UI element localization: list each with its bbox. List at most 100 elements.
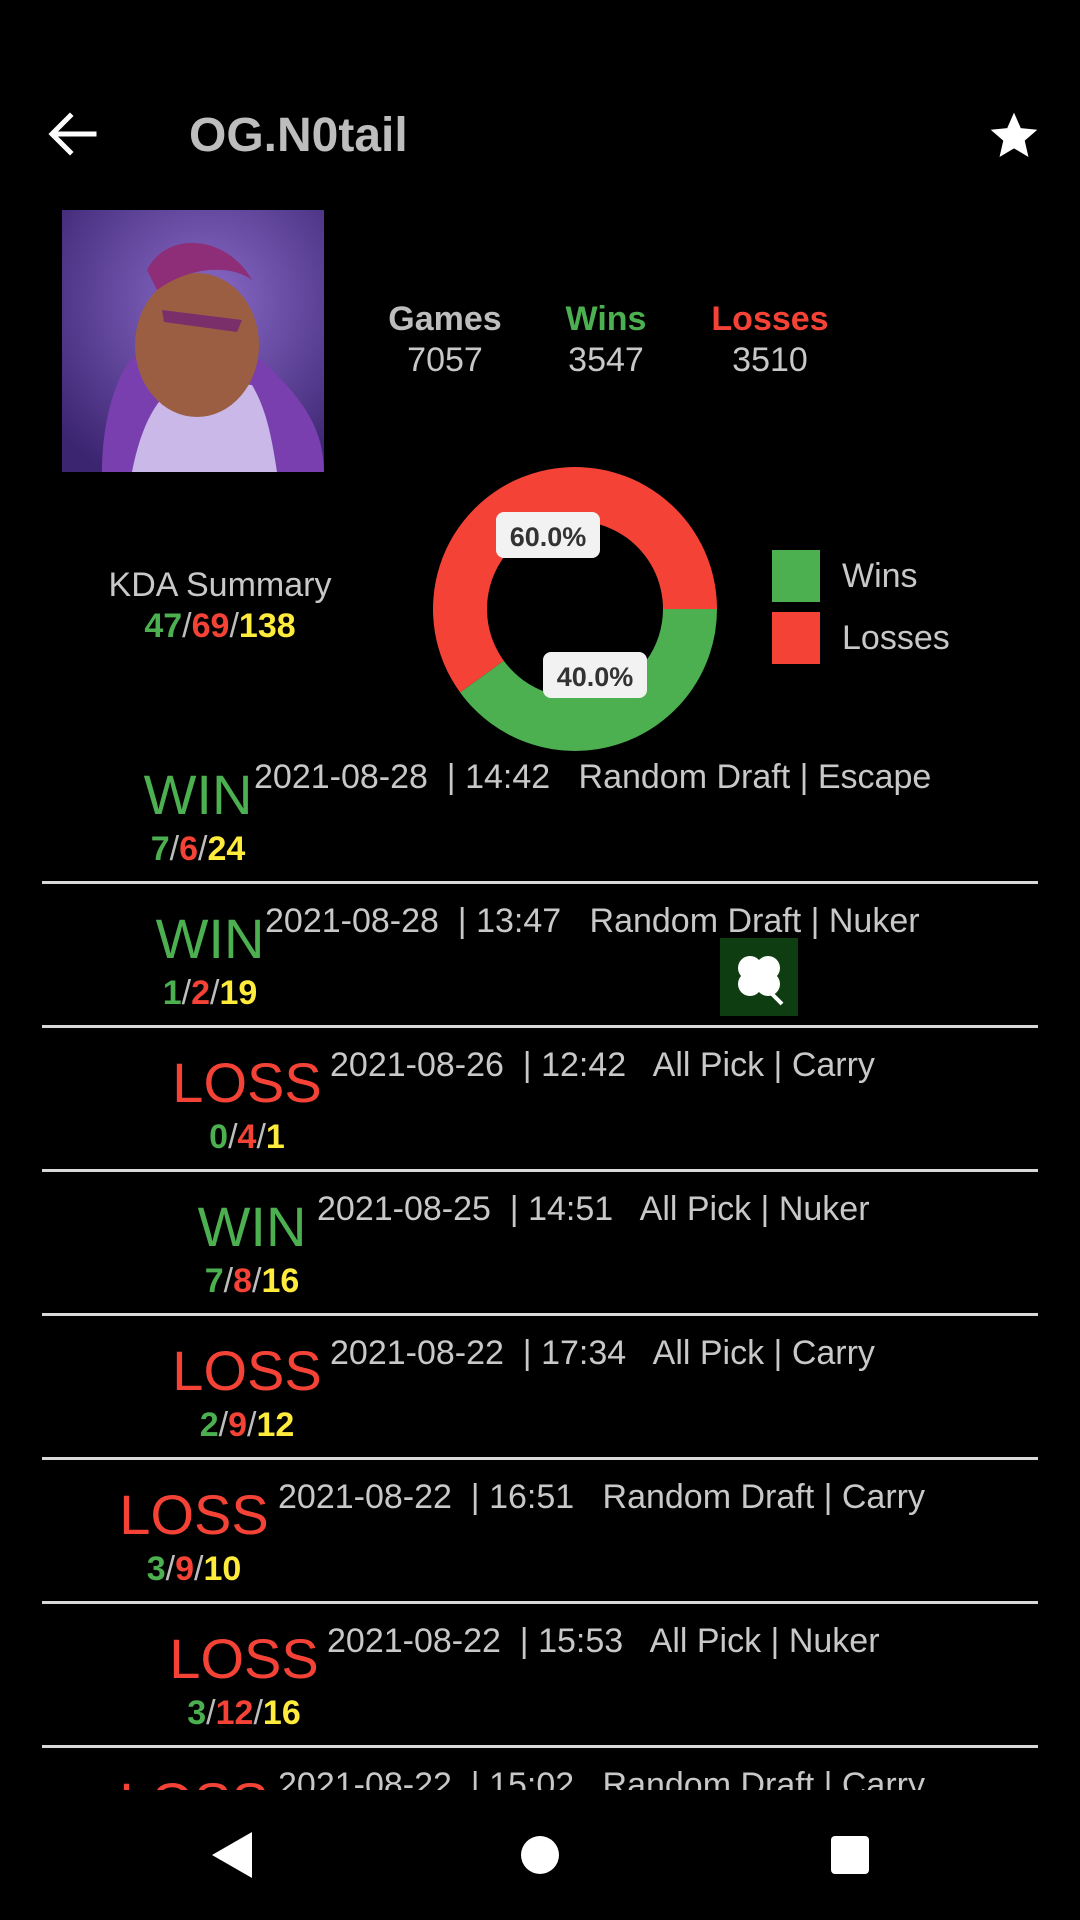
losses-label: Losses [711, 300, 829, 338]
match-row[interactable]: WIN 7/6/24 2021-08-28 | 14:42 Random Draft… [42, 740, 1038, 884]
match-deaths: 4 [237, 1118, 257, 1156]
win-loss-donut-chart: 60.0% 40.0% [432, 466, 717, 751]
match-row[interactable]: WIN 7/8/16 2021-08-25 | 14:51 All Pick | N… [42, 1172, 1038, 1316]
kda-separator: / [169, 830, 180, 868]
favorite-button[interactable] [986, 108, 1042, 164]
kda-separator: / [182, 607, 192, 645]
match-row[interactable]: LOSS2021-08-22 | 15:02 Random Draft | Ca… [42, 1748, 1038, 1790]
match-assists: 16 [262, 1694, 301, 1732]
match-result: LOSS [119, 1483, 269, 1546]
match-assists: 10 [203, 1550, 242, 1588]
match-kda: 7/8/16 [172, 1262, 332, 1301]
triangle-back-icon [212, 1832, 252, 1878]
kda-deaths: 69 [191, 607, 230, 645]
kda-separator: / [223, 1262, 234, 1300]
match-row[interactable]: LOSS 2/9/12 2021-08-22 | 17:34 All Pick | … [42, 1316, 1038, 1460]
games-value: 7057 [407, 341, 483, 379]
match-result: LOSS [172, 1051, 322, 1114]
match-list[interactable]: WIN 7/6/24 2021-08-28 | 14:42 Random Draft… [42, 740, 1038, 1790]
wins-stat: Wins 3547 [521, 300, 691, 380]
losses-stat: Losses 3510 [685, 300, 855, 380]
match-deaths: 12 [215, 1694, 254, 1732]
nav-back-button[interactable] [200, 1820, 270, 1890]
match-kills: 1 [162, 974, 182, 1012]
match-kills: 7 [204, 1262, 224, 1300]
legend-swatch-wins [772, 550, 820, 602]
legend-label-losses: Losses [842, 618, 950, 657]
match-info: 2021-08-22 | 16:51 Random Draft | Carry [278, 1478, 925, 1516]
match-info: 2021-08-22 | 15:02 Random Draft | Carry [278, 1766, 925, 1790]
circle-home-icon [521, 1836, 559, 1874]
arrow-left-icon [48, 112, 97, 156]
match-result: LOSS [169, 1627, 319, 1690]
hero-portrait [62, 210, 324, 472]
kda-summary-values: 47/69/138 [60, 607, 380, 646]
match-kills: 7 [150, 830, 170, 868]
match-result: WIN [197, 1195, 307, 1258]
donut-label-text: 40.0% [557, 662, 634, 692]
wins-label: Wins [565, 300, 647, 338]
match-result: LOSS [172, 1339, 322, 1402]
match-info: 2021-08-22 | 17:34 All Pick | Carry [330, 1334, 875, 1372]
match-deaths: 8 [233, 1262, 252, 1300]
kda-separator: / [228, 1118, 238, 1156]
match-kda: 2/9/12 [167, 1406, 327, 1445]
kda-separator: / [253, 1694, 263, 1732]
legend-swatch-losses [772, 612, 820, 664]
kda-summary: KDA Summary 47/69/138 [60, 566, 380, 646]
match-row[interactable]: LOSS 3/12/16 2021-08-22 | 15:53 All Pick |… [42, 1604, 1038, 1748]
match-info: 2021-08-26 | 12:42 All Pick | Carry [330, 1046, 875, 1084]
system-nav-bar [0, 1790, 1080, 1920]
match-assists: 19 [219, 974, 258, 1012]
clover-icon [720, 938, 798, 1016]
kda-separator: / [181, 974, 192, 1012]
games-label: Games [388, 300, 502, 338]
match-kills: 0 [209, 1118, 229, 1156]
player-name-title: OG.N0tail [189, 109, 408, 162]
legend-item-losses: Losses [772, 612, 950, 664]
match-kills: 3 [187, 1694, 207, 1732]
match-assists: 16 [261, 1262, 300, 1300]
match-assists: 12 [256, 1406, 295, 1444]
chart-legend: Wins Losses [772, 550, 950, 674]
match-kda: 1/2/19 [130, 974, 290, 1013]
nav-home-button[interactable] [505, 1820, 575, 1890]
games-stat: Games 7057 [360, 300, 530, 380]
kda-separator: / [206, 1694, 216, 1732]
match-deaths: 9 [175, 1550, 194, 1588]
match-kills: 3 [146, 1550, 166, 1588]
legend-item-wins: Wins [772, 550, 950, 602]
match-deaths: 6 [179, 830, 198, 868]
match-row[interactable]: LOSS 0/4/1 2021-08-26 | 12:42 All Pick | C… [42, 1028, 1038, 1172]
match-kda: 3/12/16 [164, 1694, 324, 1733]
match-deaths: 2 [191, 974, 210, 1012]
match-kda: 7/6/24 [118, 830, 278, 869]
match-result: LOSS [114, 1770, 274, 1790]
kda-assists: 138 [238, 607, 296, 645]
kda-kills: 47 [144, 607, 183, 645]
wins-value: 3547 [568, 341, 644, 379]
match-kills: 2 [199, 1406, 219, 1444]
match-row[interactable]: LOSS 3/9/10 2021-08-22 | 16:51 Random Draf… [42, 1460, 1038, 1604]
kda-separator: / [165, 1550, 176, 1588]
losses-value: 3510 [732, 341, 808, 379]
match-info: 2021-08-25 | 14:51 All Pick | Nuker [317, 1190, 870, 1228]
back-button[interactable] [42, 104, 102, 164]
match-assists: 1 [265, 1118, 285, 1156]
match-deaths: 9 [228, 1406, 247, 1444]
kda-separator: / [229, 607, 239, 645]
match-kda: 3/9/10 [114, 1550, 274, 1589]
donut-label-text: 60.0% [510, 522, 587, 552]
match-info: 2021-08-28 | 13:47 Random Draft | Nuker [265, 902, 920, 940]
square-recents-icon [831, 1836, 869, 1874]
match-row[interactable]: WIN 1/2/19 2021-08-28 | 13:47 Random Draft… [42, 884, 1038, 1028]
kda-separator: / [218, 1406, 229, 1444]
star-icon [990, 112, 1038, 157]
nav-recents-button[interactable] [815, 1820, 885, 1890]
donut-value-label-wins: 40.0% [543, 652, 647, 698]
match-assists: 24 [207, 830, 246, 868]
kda-separator: / [256, 1118, 266, 1156]
match-kda: 0/4/1 [167, 1118, 327, 1157]
kda-summary-label: KDA Summary [108, 566, 332, 604]
donut-value-label-losses: 60.0% [496, 512, 600, 558]
